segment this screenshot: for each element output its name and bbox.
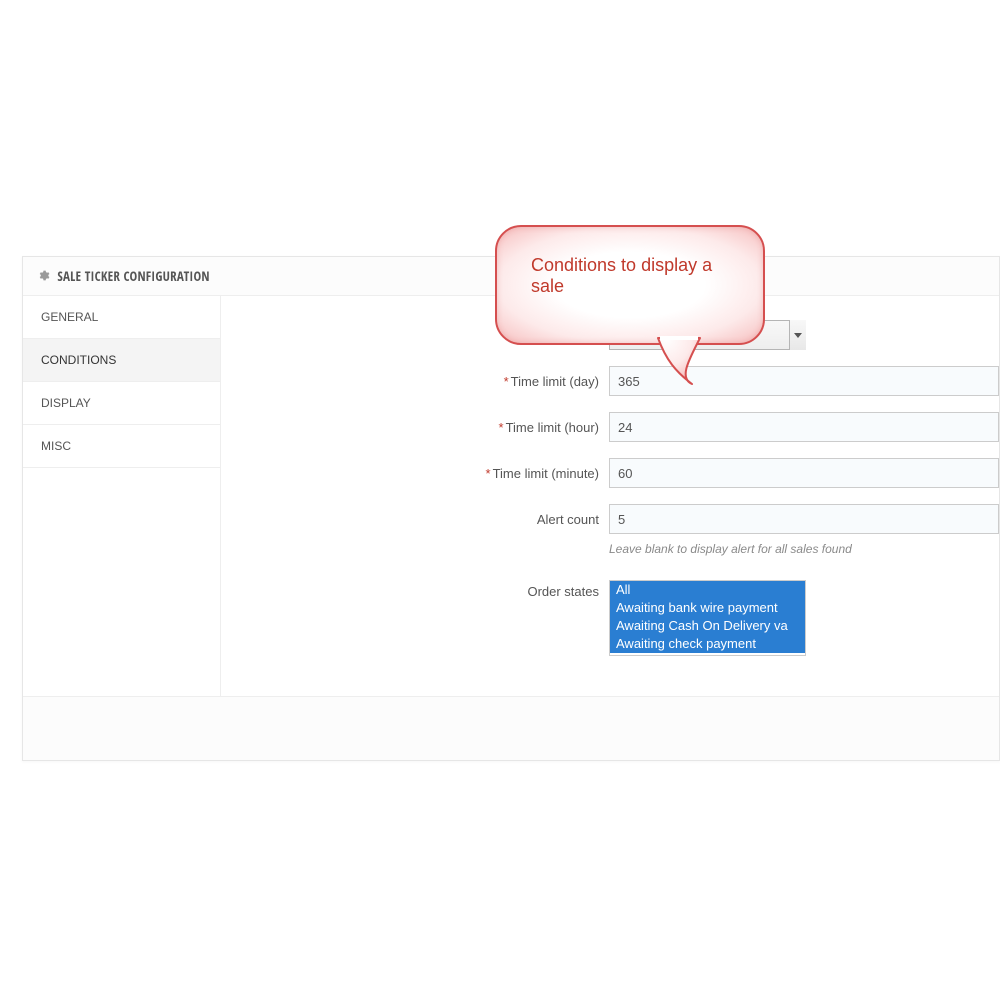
row-time-day: *Time limit (day) [221, 366, 999, 396]
row-time-minute: *Time limit (minute) [221, 458, 999, 488]
label-order-states: Order states [221, 580, 609, 599]
order-state-option[interactable]: Awaiting check payment [610, 635, 805, 653]
panel-footer [23, 696, 999, 760]
label-alert-count: Alert count [221, 512, 609, 527]
tab-general[interactable]: GENERAL [23, 296, 220, 339]
label-time-minute: *Time limit (minute) [221, 466, 609, 481]
tab-conditions[interactable]: CONDITIONS [23, 339, 220, 382]
order-state-option[interactable]: Awaiting bank wire payment [610, 599, 805, 617]
order-state-option[interactable]: All [610, 581, 805, 599]
alert-count-input[interactable] [609, 504, 999, 534]
time-minute-input[interactable] [609, 458, 999, 488]
row-order-states: Order states All Awaiting bank wire paym… [221, 580, 999, 656]
panel-body: GENERAL CONDITIONS DISPLAY MISC Alert *T… [23, 296, 999, 696]
tab-display[interactable]: DISPLAY [23, 382, 220, 425]
gear-icon [37, 268, 50, 281]
row-alert-count: Alert count [221, 504, 999, 534]
label-time-hour: *Time limit (hour) [221, 420, 609, 435]
tab-misc[interactable]: MISC [23, 425, 220, 468]
annotation-callout: Conditions to display a sale [495, 225, 765, 345]
annotation-callout-tail [656, 338, 702, 388]
order-states-multiselect[interactable]: All Awaiting bank wire payment Awaiting … [609, 580, 806, 656]
label-time-day: *Time limit (day) [221, 374, 609, 389]
panel-title: SALE TICKER CONFIGURATION [57, 267, 209, 285]
order-state-option[interactable]: Awaiting Cash On Delivery va [610, 617, 805, 635]
alert-count-hint: Leave blank to display alert for all sal… [609, 542, 999, 556]
row-time-hour: *Time limit (hour) [221, 412, 999, 442]
form-area: Alert *Time limit (day) *Time limit (hou… [221, 296, 999, 696]
annotation-text: Conditions to display a sale [531, 255, 712, 296]
settings-tabs: GENERAL CONDITIONS DISPLAY MISC [23, 296, 221, 696]
time-hour-input[interactable] [609, 412, 999, 442]
row-alert-count-hint: Leave blank to display alert for all sal… [221, 538, 999, 556]
